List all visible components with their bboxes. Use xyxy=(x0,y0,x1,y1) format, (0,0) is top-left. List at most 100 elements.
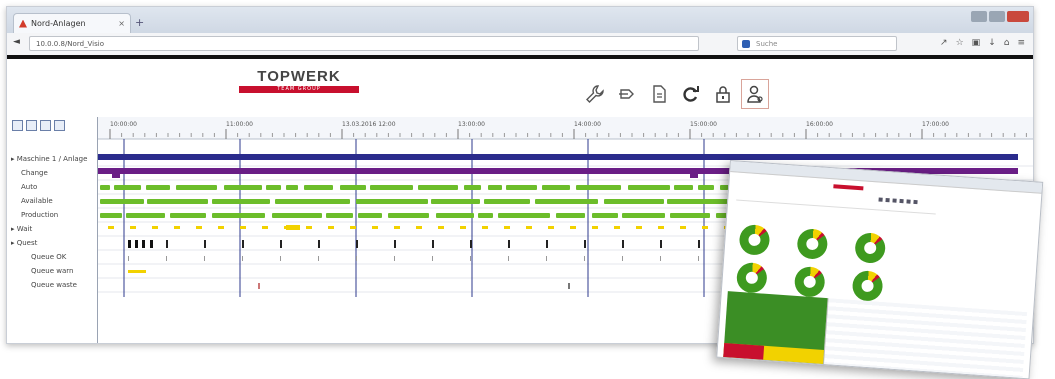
back-icon[interactable]: ◄ xyxy=(13,37,20,47)
green-segment xyxy=(224,185,262,190)
collapse-all-icon[interactable] xyxy=(26,120,37,131)
green-segment xyxy=(147,199,208,204)
browser-toolbar: ↗ ☆ ▣ ↓ ⌂ ≡ xyxy=(940,38,1025,48)
donut-chart xyxy=(738,223,771,256)
green-segment xyxy=(326,213,353,218)
quest-mark xyxy=(660,240,662,248)
row-tree-panel: ▸ Maschine 1 / Anlage Change Auto Available… xyxy=(7,117,98,343)
wait-mark xyxy=(702,226,708,229)
wait-mark xyxy=(526,226,532,229)
green-segment xyxy=(275,199,350,204)
queue-waste-mark xyxy=(258,283,260,289)
tick-label: 11:00:00 xyxy=(226,121,253,128)
users-button[interactable] xyxy=(741,79,769,109)
wait-mark xyxy=(416,226,422,229)
wait-mark xyxy=(350,226,356,229)
queue-warn-mark xyxy=(128,270,146,273)
quest-mark xyxy=(584,240,586,248)
green-segment xyxy=(484,199,530,204)
wait-mark xyxy=(460,226,466,229)
wait-mark xyxy=(306,226,312,229)
quest-mark xyxy=(356,240,358,248)
green-segment xyxy=(628,185,670,190)
download-icon[interactable]: ↓ xyxy=(988,38,996,48)
zoom-out-icon[interactable] xyxy=(54,120,65,131)
donut-chart xyxy=(735,261,768,294)
green-segment xyxy=(304,185,333,190)
green-segment xyxy=(272,213,322,218)
zoom-in-icon[interactable] xyxy=(40,120,51,131)
tick-label: 13.03.2016 12:00 xyxy=(342,121,396,128)
expand-all-icon[interactable] xyxy=(12,120,23,131)
row-label[interactable]: Queue warn xyxy=(31,267,73,275)
row-label[interactable]: Auto xyxy=(21,183,37,191)
queue-mark xyxy=(622,256,623,261)
green-segment xyxy=(126,213,165,218)
quest-mark xyxy=(128,240,131,248)
row-label[interactable]: ▸ Quest xyxy=(11,239,37,247)
green-segment xyxy=(478,213,493,218)
refresh-button[interactable] xyxy=(677,79,705,109)
quest-mark xyxy=(470,240,472,248)
queue-mark xyxy=(356,256,357,261)
bookmarks-icon[interactable]: ▣ xyxy=(972,38,981,48)
close-window-button[interactable] xyxy=(1007,11,1029,22)
reader-icon[interactable]: ↗ xyxy=(940,38,948,48)
lock-icon xyxy=(716,86,730,103)
star-icon[interactable]: ☆ xyxy=(956,38,964,48)
preview-table xyxy=(723,291,1028,378)
queue-mark xyxy=(584,256,585,261)
green-segment xyxy=(146,185,170,190)
address-bar[interactable]: 10.0.0.8/Nord_Visio xyxy=(29,36,699,51)
close-tab-icon[interactable]: × xyxy=(118,19,125,28)
browser-tab[interactable]: Nord-Anlagen × xyxy=(13,13,131,33)
tick-label: 14:00:00 xyxy=(574,121,601,128)
lock-button[interactable] xyxy=(709,79,737,109)
favicon-icon xyxy=(19,19,27,28)
row-label[interactable]: ▸ Maschine 1 / Anlage xyxy=(11,155,87,163)
green-segment xyxy=(431,199,480,204)
wait-mark xyxy=(636,226,642,229)
wait-mark xyxy=(286,225,300,230)
maximize-button[interactable] xyxy=(989,11,1005,22)
row-label[interactable]: Queue waste xyxy=(31,281,77,289)
refresh-icon xyxy=(683,86,699,102)
brand-subtitle: TEAM GROUP xyxy=(239,86,359,93)
wait-mark xyxy=(262,226,268,229)
search-engine-icon xyxy=(742,40,750,48)
wait-mark xyxy=(614,226,620,229)
settings-button[interactable] xyxy=(581,79,609,109)
minimize-button[interactable] xyxy=(971,11,987,22)
green-segment xyxy=(358,213,382,218)
green-segment xyxy=(542,185,570,190)
queue-mark xyxy=(166,256,167,261)
green-segment xyxy=(170,213,206,218)
green-segment xyxy=(212,213,265,218)
row-label[interactable]: Change xyxy=(21,169,48,177)
wait-mark xyxy=(548,226,554,229)
status-bar-navy xyxy=(98,154,1018,160)
quest-mark xyxy=(280,240,282,248)
row-label[interactable]: Production xyxy=(21,211,58,219)
row-label[interactable]: Available xyxy=(21,197,53,205)
new-tab-icon[interactable]: + xyxy=(135,16,144,29)
wait-mark xyxy=(658,226,664,229)
green-segment xyxy=(535,199,598,204)
change-event xyxy=(112,173,120,178)
queue-mark xyxy=(128,256,129,261)
wait-mark xyxy=(174,226,180,229)
search-input[interactable]: Suche xyxy=(737,36,897,51)
queue-mark xyxy=(394,256,395,261)
menu-icon[interactable]: ≡ xyxy=(1017,38,1025,48)
export-button[interactable] xyxy=(613,79,641,109)
navigation-bar: ◄ 10.0.0.8/Nord_Visio Suche ↗ ☆ ▣ ↓ ⌂ ≡ xyxy=(7,33,1033,56)
green-segment xyxy=(286,185,298,190)
row-label[interactable]: ▸ Wait xyxy=(11,225,32,233)
report-button[interactable] xyxy=(645,79,673,109)
home-icon[interactable]: ⌂ xyxy=(1004,38,1010,48)
green-segment xyxy=(698,185,714,190)
quest-mark xyxy=(394,240,396,248)
row-label[interactable]: Queue OK xyxy=(31,253,66,261)
quest-mark xyxy=(508,240,510,248)
green-segment xyxy=(388,213,429,218)
